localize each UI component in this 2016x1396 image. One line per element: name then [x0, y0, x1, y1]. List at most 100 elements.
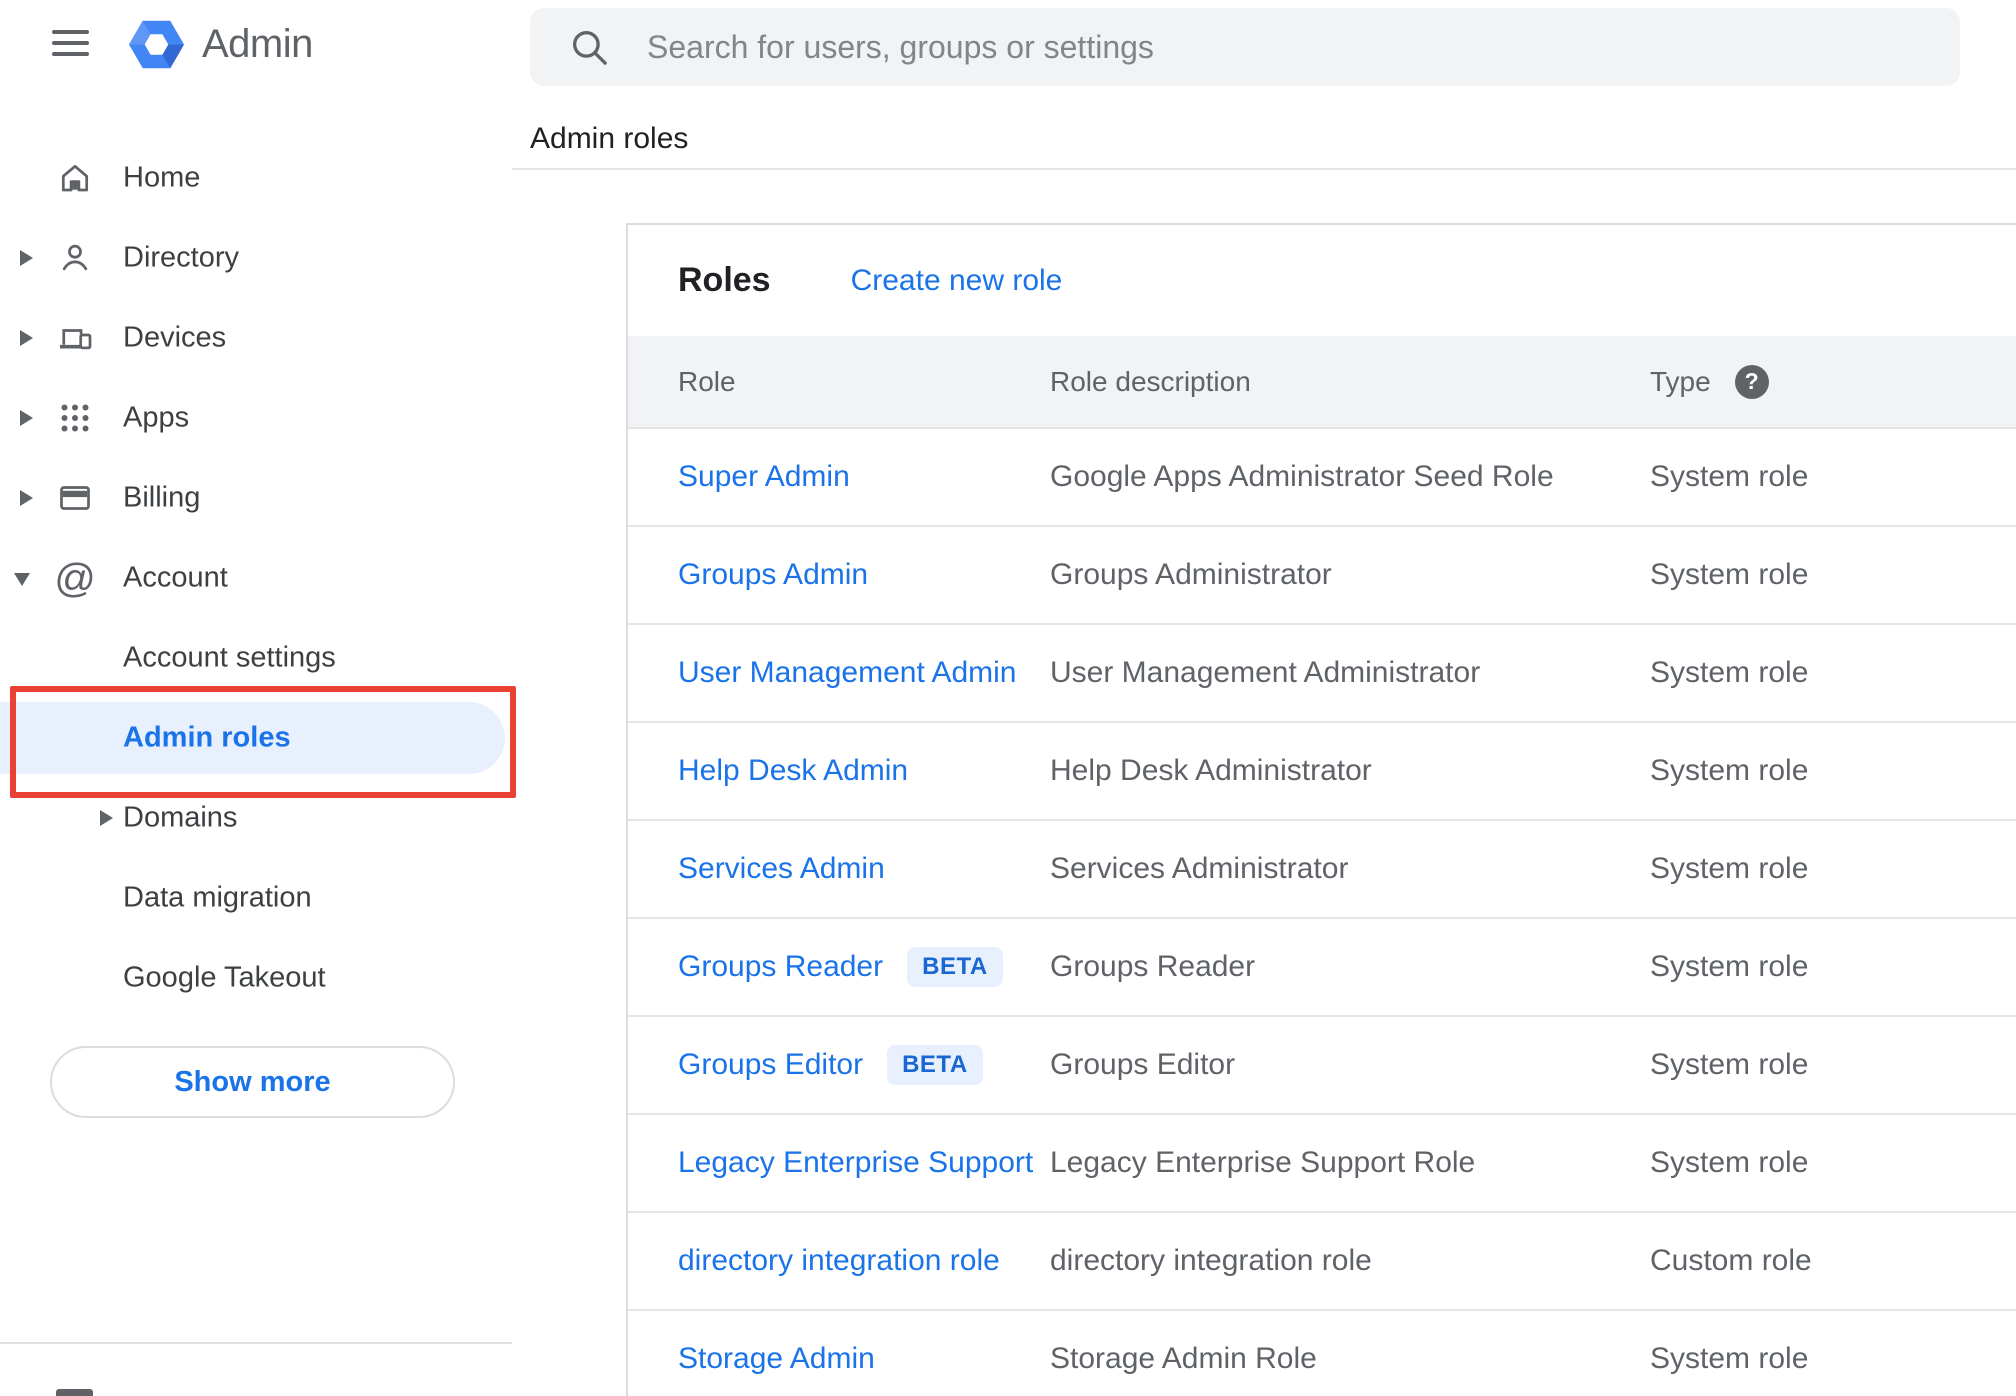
sidebar-item-label: Admin roles	[123, 721, 291, 754]
content-divider	[512, 168, 2016, 170]
role-link[interactable]: Legacy Enterprise Support	[678, 1146, 1033, 1180]
sidebar-item-billing[interactable]: Billing	[0, 458, 512, 538]
sidebar-item-home[interactable]: Home	[0, 138, 512, 218]
role-description: Groups Reader	[1050, 950, 1256, 983]
chevron-down-icon[interactable]	[14, 573, 30, 586]
table-row: Super Admin Google Apps Administrator See…	[628, 429, 2016, 527]
apps-icon	[56, 399, 94, 437]
card-icon	[56, 479, 94, 517]
sidebar-item-google-takeout[interactable]: Google Takeout	[0, 938, 512, 1018]
table-row: Help Desk Admin Help Desk Administrator Sy…	[628, 723, 2016, 821]
role-link[interactable]: Services Admin	[678, 852, 885, 886]
chevron-right-icon[interactable]	[100, 810, 113, 826]
table-row: Groups Editor BETA Groups Editor System rol…	[628, 1017, 2016, 1115]
hamburger-bar	[52, 30, 89, 34]
search-input[interactable]	[647, 8, 1927, 86]
hamburger-bar	[52, 41, 89, 45]
roles-card-header: Roles Create new role	[628, 225, 2016, 336]
sidebar-item-label: Data migration	[123, 881, 312, 914]
sidebar-item-label: Account	[123, 561, 228, 594]
role-type: System role	[1650, 754, 1809, 787]
sidebar-item-admin-roles[interactable]: Admin roles	[0, 698, 512, 778]
sidebar-item-account-settings[interactable]: Account settings	[0, 618, 512, 698]
role-link[interactable]: Groups Admin	[678, 558, 868, 592]
cutoff-sidebar-icon	[56, 1389, 93, 1396]
role-type: System role	[1650, 852, 1809, 885]
role-link[interactable]: Groups Editor	[678, 1048, 863, 1082]
hamburger-bar	[52, 52, 89, 56]
role-type: System role	[1650, 1146, 1809, 1179]
sidebar-item-label: Directory	[123, 241, 240, 274]
chevron-right-icon[interactable]	[20, 330, 33, 346]
col-header-description: Role description	[1050, 365, 1251, 397]
table-header-row: Role Role description Type ?	[628, 336, 2016, 429]
home-icon	[56, 159, 94, 197]
admin-hexagon-icon	[129, 20, 184, 69]
role-type: System role	[1650, 950, 1809, 983]
role-description: Groups Administrator	[1050, 558, 1332, 591]
role-link[interactable]: Storage Admin	[678, 1342, 875, 1376]
roles-table-body: Super Admin Google Apps Administrator See…	[628, 429, 2016, 1396]
search-bar[interactable]	[530, 8, 1960, 86]
app-title: Admin	[202, 22, 313, 66]
create-new-role-link[interactable]: Create new role	[851, 264, 1063, 298]
sidebar-item-account[interactable]: @ Account	[0, 538, 512, 618]
chevron-right-icon[interactable]	[20, 250, 33, 266]
sidebar-item-devices[interactable]: Devices	[0, 298, 512, 378]
sidebar-item-directory[interactable]: Directory	[0, 218, 512, 298]
sidebar-divider	[0, 1342, 512, 1344]
sidebar-item-data-migration[interactable]: Data migration	[0, 858, 512, 938]
table-row: Groups Admin Groups Administrator System r…	[628, 527, 2016, 625]
role-link[interactable]: Help Desk Admin	[678, 754, 908, 788]
role-link[interactable]: Groups Reader	[678, 950, 883, 984]
beta-badge: BETA	[887, 1045, 983, 1085]
roles-card: Roles Create new role Role Role descript…	[626, 223, 2016, 1396]
sidebar-item-label: Apps	[123, 401, 190, 434]
sidebar-item-domains[interactable]: Domains	[0, 778, 512, 858]
role-type: System role	[1650, 460, 1809, 493]
role-type: System role	[1650, 558, 1809, 591]
beta-badge: BETA	[907, 947, 1003, 987]
person-icon	[56, 239, 94, 277]
sidebar-item-label: Domains	[123, 801, 238, 834]
chevron-right-icon[interactable]	[20, 490, 33, 506]
role-type: System role	[1650, 1342, 1809, 1375]
sidebar-item-label: Devices	[123, 321, 227, 354]
role-description: Google Apps Administrator Seed Role	[1050, 460, 1554, 493]
show-more-button[interactable]: Show more	[50, 1046, 455, 1118]
role-link[interactable]: directory integration role	[678, 1244, 1000, 1278]
role-type: System role	[1650, 656, 1809, 689]
chevron-right-icon[interactable]	[20, 410, 33, 426]
role-description: directory integration role	[1050, 1244, 1372, 1277]
admin-logo[interactable]: Admin	[128, 17, 313, 72]
table-row: Services Admin Services Administrator Syst…	[628, 821, 2016, 919]
at-icon: @	[54, 554, 96, 601]
hamburger-menu-icon[interactable]	[52, 30, 89, 56]
search-icon	[572, 30, 607, 65]
admin-console-screen: Admin Home Directory Devices Apps Billing @ Ac…	[0, 0, 2016, 1396]
table-row: Legacy Enterprise Support Legacy Enterpri…	[628, 1115, 2016, 1213]
role-link[interactable]: Super Admin	[678, 460, 850, 494]
role-type: Custom role	[1650, 1244, 1812, 1277]
col-header-type: Type ?	[1650, 364, 2016, 399]
panel-title: Roles	[678, 261, 771, 299]
role-description: Groups Editor	[1050, 1048, 1236, 1081]
role-description: User Management Administrator	[1050, 656, 1481, 689]
role-description: Storage Admin Role	[1050, 1342, 1317, 1375]
col-header-type-label: Type	[1650, 365, 1711, 397]
col-header-role: Role	[678, 365, 736, 397]
sidebar-item-apps[interactable]: Apps	[0, 378, 512, 458]
role-description: Help Desk Administrator	[1050, 754, 1372, 787]
table-row: User Management Admin User Management Adm…	[628, 625, 2016, 723]
table-row: Storage Admin Storage Admin Role System ro…	[628, 1311, 2016, 1396]
table-row: directory integration role directory inte…	[628, 1213, 2016, 1311]
help-icon[interactable]: ?	[1734, 364, 1769, 399]
role-description: Services Administrator	[1050, 852, 1349, 885]
sidebar-item-label: Google Takeout	[123, 961, 326, 994]
table-row: Groups Reader BETA Groups Reader System rol…	[628, 919, 2016, 1017]
sidebar-item-label: Billing	[123, 481, 201, 514]
role-link[interactable]: User Management Admin	[678, 656, 1017, 690]
devices-icon	[56, 319, 94, 357]
role-type: System role	[1650, 1048, 1809, 1081]
sidebar-item-label: Home	[123, 161, 201, 194]
